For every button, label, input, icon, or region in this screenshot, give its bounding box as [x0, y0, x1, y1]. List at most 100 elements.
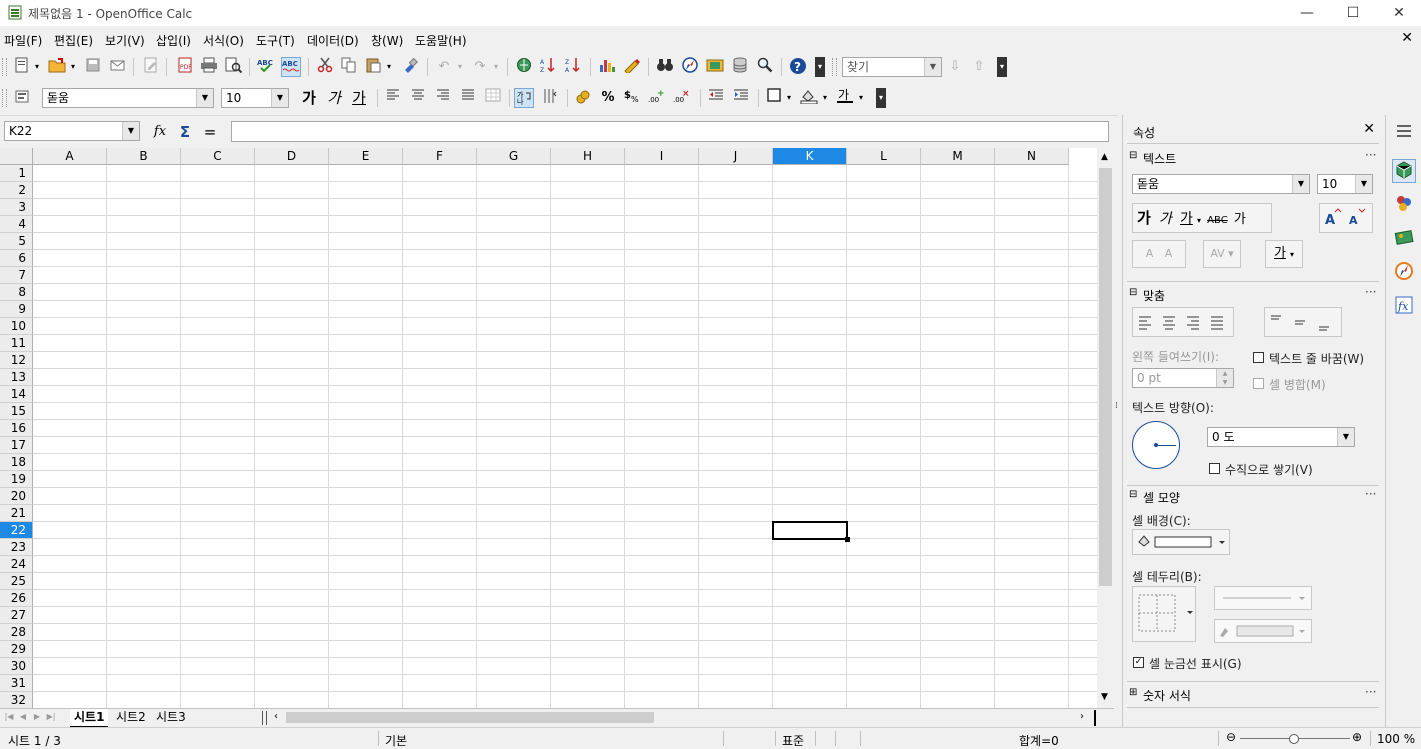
- column-header-n[interactable]: N: [995, 148, 1069, 165]
- background-dropdown-icon[interactable]: ▾: [820, 88, 830, 108]
- functions-deck-icon[interactable]: fx: [1392, 295, 1416, 319]
- horizontal-scroll-thumb[interactable]: [286, 712, 654, 723]
- collapse-alignment-icon[interactable]: ⊟: [1129, 287, 1137, 298]
- merge-cells-icon[interactable]: [483, 88, 503, 108]
- menu-tools[interactable]: 도구(T): [256, 32, 295, 49]
- find-next-icon[interactable]: ⇩: [945, 57, 965, 77]
- align-center-icon[interactable]: [408, 88, 428, 108]
- print-preview-icon[interactable]: [223, 57, 243, 77]
- row-header-8[interactable]: 8: [0, 284, 33, 301]
- sheet-tab-1[interactable]: 시트1: [70, 709, 109, 728]
- horizontal-scrollbar[interactable]: ‹ ›: [270, 710, 1092, 725]
- cell-border-button[interactable]: [1132, 586, 1196, 642]
- column-header-j[interactable]: J: [699, 148, 773, 165]
- menu-edit[interactable]: 편집(E): [54, 32, 93, 49]
- column-header-m[interactable]: M: [921, 148, 995, 165]
- paste-icon[interactable]: [363, 57, 383, 77]
- line-style-select[interactable]: [1214, 586, 1312, 610]
- column-header-l[interactable]: L: [847, 148, 921, 165]
- paste-dropdown-icon[interactable]: ▾: [384, 57, 394, 77]
- row-header-3[interactable]: 3: [0, 199, 33, 216]
- justify-icon[interactable]: [458, 88, 478, 108]
- select-all-corner[interactable]: [0, 148, 33, 165]
- alignment-section-title[interactable]: 맞춤: [1143, 287, 1165, 304]
- cell-appearance-more-options-icon[interactable]: ···: [1365, 487, 1376, 501]
- borders-icon[interactable]: [764, 88, 784, 108]
- align-left-icon[interactable]: [383, 88, 403, 108]
- column-header-b[interactable]: B: [107, 148, 181, 165]
- undo-dropdown-icon[interactable]: ▾: [455, 57, 465, 77]
- sidebar-underline-icon[interactable]: 가: [1180, 211, 1193, 227]
- expand-number-format-icon[interactable]: ⊞: [1129, 687, 1137, 698]
- spellcheck-icon[interactable]: ABC: [257, 57, 277, 77]
- row-header-23[interactable]: 23: [0, 539, 33, 556]
- row-header-20[interactable]: 20: [0, 488, 33, 505]
- underline-dropdown-icon[interactable]: ▾: [1197, 216, 1201, 225]
- sidebar-italic-icon[interactable]: 가: [1159, 211, 1172, 227]
- autofill-handle[interactable]: [845, 537, 850, 542]
- chevron-down-icon[interactable]: ▼: [1337, 428, 1354, 446]
- show-gridlines-checkbox[interactable]: ✓: [1133, 657, 1144, 668]
- subscript-icon[interactable]: A: [1165, 247, 1173, 260]
- superscript-icon[interactable]: A: [1146, 247, 1154, 260]
- font-color-button[interactable]: 가 ▾: [1265, 240, 1303, 268]
- export-pdf-icon[interactable]: PDF: [175, 57, 195, 77]
- sidebar-close-button[interactable]: ✕: [1363, 121, 1375, 137]
- sidebar-menu-icon[interactable]: [1392, 121, 1416, 145]
- line-color-select[interactable]: [1214, 619, 1312, 643]
- alignment-more-options-icon[interactable]: ···: [1365, 285, 1376, 299]
- column-header-g[interactable]: G: [477, 148, 551, 165]
- hyperlink-icon[interactable]: [514, 57, 534, 77]
- styles-deck-icon[interactable]: [1392, 193, 1416, 217]
- number-format-more-options-icon[interactable]: ···: [1365, 685, 1376, 699]
- print-icon[interactable]: [199, 57, 219, 77]
- open-dropdown-icon[interactable]: ▾: [68, 57, 78, 77]
- column-header-e[interactable]: E: [329, 148, 403, 165]
- chevron-down-icon[interactable]: ▼: [1292, 175, 1309, 193]
- first-sheet-icon[interactable]: |◀: [4, 711, 14, 723]
- zoom-slider-thumb[interactable]: [1289, 734, 1299, 744]
- spinner-arrows-icon[interactable]: ▲ ▼: [1216, 369, 1233, 387]
- increase-indent-icon[interactable]: [731, 88, 751, 108]
- redo-icon[interactable]: ↷: [470, 57, 490, 77]
- clone-formatting-icon[interactable]: [400, 57, 420, 77]
- undo-icon[interactable]: ↶: [434, 57, 454, 77]
- font-size-select[interactable]: 10 ▼: [221, 88, 289, 108]
- row-header-27[interactable]: 27: [0, 607, 33, 624]
- row-header-1[interactable]: 1: [0, 165, 33, 182]
- zoom-out-icon[interactable]: ⊖: [1226, 730, 1236, 744]
- function-wizard-icon[interactable]: fx: [150, 122, 170, 142]
- vertical-scroll-thumb[interactable]: [1099, 168, 1112, 586]
- vertical-text-icon[interactable]: [540, 88, 560, 108]
- column-header-d[interactable]: D: [255, 148, 329, 165]
- chart-icon[interactable]: [597, 57, 617, 77]
- find-input[interactable]: 찾기 ▼: [842, 57, 942, 77]
- strikethrough-icon[interactable]: ABC: [1207, 215, 1228, 226]
- menu-file[interactable]: 파일(F): [4, 32, 42, 49]
- menu-window[interactable]: 창(W): [371, 32, 403, 49]
- column-header-a[interactable]: A: [33, 148, 107, 165]
- row-header-17[interactable]: 17: [0, 437, 33, 454]
- edit-file-icon[interactable]: [141, 57, 161, 77]
- menu-insert[interactable]: 삽입(I): [156, 32, 191, 49]
- row-header-31[interactable]: 31: [0, 675, 33, 692]
- row-header-15[interactable]: 15: [0, 403, 33, 420]
- chevron-down-icon[interactable]: ▼: [924, 58, 941, 76]
- equals-icon[interactable]: =: [200, 122, 220, 142]
- scroll-up-icon[interactable]: ▲: [1101, 152, 1108, 162]
- toolbar-grip[interactable]: [832, 58, 837, 76]
- align-right-icon[interactable]: [433, 88, 453, 108]
- sidebar-font-name-select[interactable]: 돋움 ▼: [1132, 174, 1310, 194]
- chevron-down-icon[interactable]: ▾: [1290, 250, 1294, 259]
- chevron-down-icon[interactable]: ▼: [1355, 175, 1372, 193]
- maximize-button[interactable]: ☐: [1330, 0, 1376, 26]
- close-button[interactable]: ✕: [1376, 0, 1421, 26]
- minimize-button[interactable]: —: [1284, 0, 1330, 26]
- background-color-icon[interactable]: [799, 88, 819, 108]
- help-icon[interactable]: ?: [788, 57, 808, 77]
- percent-format-icon[interactable]: %: [598, 88, 618, 108]
- menu-view[interactable]: 보기(V): [105, 32, 145, 49]
- row-header-2[interactable]: 2: [0, 182, 33, 199]
- row-header-30[interactable]: 30: [0, 658, 33, 675]
- row-header-21[interactable]: 21: [0, 505, 33, 522]
